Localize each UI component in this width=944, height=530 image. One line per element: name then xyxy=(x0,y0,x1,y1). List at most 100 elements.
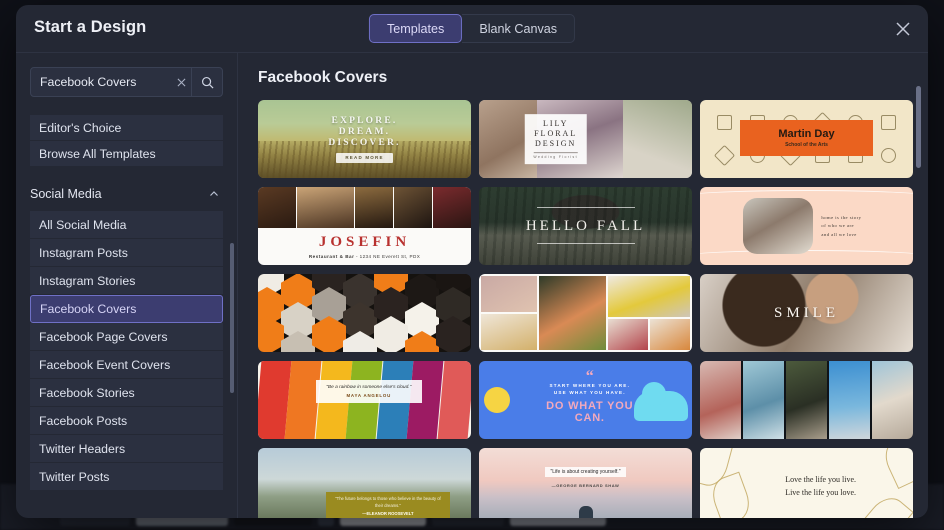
template-author: —GEORGE BERNARD SHAW xyxy=(551,483,620,489)
template-line: Love the life you live. xyxy=(785,475,857,485)
template-photo xyxy=(786,361,827,439)
template-line: START WHERE YOU ARE. xyxy=(549,382,631,388)
template-line: and all we love xyxy=(821,231,857,237)
template-label: Love the life you live. Live the life yo… xyxy=(785,474,856,500)
sidebar-item-facebook-posts[interactable]: Facebook Posts xyxy=(30,407,223,435)
clear-search-button[interactable] xyxy=(171,68,191,96)
template-line: DESIGN xyxy=(535,139,577,149)
template-card-martin-day-school-of-the-arts[interactable]: Martin Day School of the Arts xyxy=(700,100,913,178)
quote-mark-icon: “ xyxy=(585,367,594,385)
template-photo xyxy=(433,187,471,228)
search-button[interactable] xyxy=(191,68,222,96)
template-subtitle: School of the Arts xyxy=(785,142,828,149)
template-label: "Life is about creating yourself." —GEOR… xyxy=(479,460,692,488)
leaf-icon xyxy=(878,448,913,490)
template-line: Live the life you love. xyxy=(785,488,857,497)
sidebar-item-facebook-page-covers[interactable]: Facebook Page Covers xyxy=(30,323,223,351)
template-artwork: EXPLORE. DREAM. DISCOVER. READ MORE xyxy=(258,100,471,178)
sidebar-scrollbar[interactable] xyxy=(230,243,234,393)
template-card-do-what-you-can[interactable]: “ START WHERE YOU ARE. USE WHAT YOU HAVE… xyxy=(479,361,692,439)
template-card-home-is-the-story[interactable]: home is the story of who we are and all … xyxy=(700,187,913,265)
sidebar-nav-list: All Social Media Instagram Posts Instagr… xyxy=(30,211,223,491)
hexagon-tile xyxy=(312,316,346,352)
modal-header: Start a Design Templates Blank Canvas xyxy=(16,5,928,53)
sidebar-item-facebook-covers[interactable]: Facebook Covers xyxy=(30,295,223,323)
template-photo xyxy=(872,361,913,439)
template-card-lily-floral-design[interactable]: LILY FLORAL DESIGN Wedding Florist xyxy=(479,100,692,178)
template-photo-column xyxy=(539,276,606,350)
sidebar-item-facebook-stories[interactable]: Facebook Stories xyxy=(30,379,223,407)
template-card-hello-fall[interactable]: HELLO FALL xyxy=(479,187,692,265)
template-title: Martin Day xyxy=(778,128,835,141)
template-photo-row xyxy=(608,318,690,350)
template-photo xyxy=(608,276,690,317)
template-gallery: Facebook Covers EXPLORE. DREAM. DISCOVER… xyxy=(238,53,928,518)
template-author: —ELEANOR ROOSEVELT xyxy=(362,511,414,516)
template-card-running-sports-collage[interactable] xyxy=(700,361,913,439)
template-photo xyxy=(650,318,690,350)
lamp-icon xyxy=(881,148,897,163)
template-line: USE WHAT YOU HAVE. xyxy=(553,390,626,396)
template-photo xyxy=(539,276,606,350)
template-line: of who we are xyxy=(821,223,855,229)
modal-body: Editor's Choice Browse All Templates Soc… xyxy=(16,53,928,518)
template-quote: "Be a rainbow in someone else's cloud." xyxy=(326,384,412,390)
tab-templates[interactable]: Templates xyxy=(368,14,463,43)
sidebar-item-browse-all-templates[interactable]: Browse All Templates xyxy=(30,141,223,167)
template-subtitle-bold: Restaurant & Bar xyxy=(308,253,355,259)
template-card-fruit-photo-collage[interactable] xyxy=(479,274,692,352)
sidebar-section-social-media[interactable]: Social Media xyxy=(30,183,223,205)
sidebar: Editor's Choice Browse All Templates Soc… xyxy=(16,53,238,518)
sidebar-item-twitter-headers[interactable]: Twitter Headers xyxy=(30,435,223,463)
sidebar-item-all-social-media[interactable]: All Social Media xyxy=(30,211,223,239)
search-icon xyxy=(201,76,213,88)
template-button-label: READ MORE xyxy=(336,152,393,163)
sidebar-item-editors-choice[interactable]: Editor's Choice xyxy=(30,115,223,141)
template-photo xyxy=(608,318,648,350)
sidebar-item-instagram-posts[interactable]: Instagram Posts xyxy=(30,239,223,267)
template-label: "The future belongs to those who believe… xyxy=(326,492,450,518)
template-card-love-the-life-you-live[interactable]: Love the life you live. Live the life yo… xyxy=(700,448,913,518)
page-title: Start a Design xyxy=(34,18,147,36)
template-line: EXPLORE. xyxy=(331,115,398,126)
close-button[interactable] xyxy=(890,16,916,42)
template-card-eleanor-roosevelt-future[interactable]: "The future belongs to those who believe… xyxy=(258,448,471,518)
search-bar xyxy=(30,67,223,97)
template-card-halloween-hexagon-collage[interactable] xyxy=(258,274,471,352)
template-quote: home is the story of who we are and all … xyxy=(821,214,861,240)
template-photo xyxy=(622,100,692,178)
template-photo xyxy=(743,361,784,439)
sidebar-item-twitter-posts[interactable]: Twitter Posts xyxy=(30,463,223,491)
tab-blank-canvas[interactable]: Blank Canvas xyxy=(462,14,576,43)
template-grid: EXPLORE. DREAM. DISCOVER. READ MORE LILY… xyxy=(258,100,928,518)
template-line: LILY xyxy=(542,119,569,129)
template-label: "Be a rainbow in someone else's cloud." … xyxy=(315,379,423,403)
template-subtitle-rest: - 1234 NE Everett St, PDX xyxy=(354,253,421,259)
search-input[interactable] xyxy=(31,75,171,89)
template-card-smile[interactable]: SMILE xyxy=(700,274,913,352)
feather-icon xyxy=(713,144,736,167)
sidebar-item-instagram-stories[interactable]: Instagram Stories xyxy=(30,267,223,295)
gallery-scrollbar[interactable] xyxy=(916,86,921,168)
template-subtitle: Wedding Florist xyxy=(533,151,578,159)
template-card-george-bernard-shaw-life[interactable]: "Life is about creating yourself." —GEOR… xyxy=(479,448,692,518)
template-quote: "The future belongs to those who believe… xyxy=(335,496,441,508)
template-photo xyxy=(481,276,538,312)
template-line: home is the story xyxy=(821,214,862,220)
template-photo xyxy=(394,187,432,228)
template-photo-column xyxy=(608,276,690,350)
clapperboard-icon xyxy=(716,115,732,130)
chevron-up-icon xyxy=(210,191,218,196)
template-photo xyxy=(742,197,813,255)
template-card-explore-dream-discover[interactable]: EXPLORE. DREAM. DISCOVER. READ MORE xyxy=(258,100,471,178)
sidebar-item-facebook-event-covers[interactable]: Facebook Event Covers xyxy=(30,351,223,379)
template-subtitle: Restaurant & Bar - 1234 NE Everett St, P… xyxy=(258,254,471,259)
template-card-maya-angelou-rainbow[interactable]: "Be a rainbow in someone else's cloud." … xyxy=(258,361,471,439)
template-quote: "Life is about creating yourself." xyxy=(544,467,627,478)
template-line: DREAM. xyxy=(338,126,391,137)
gallery-heading: Facebook Covers xyxy=(258,69,388,86)
template-card-josefin-restaurant-bar[interactable]: JOSEFIN Restaurant & Bar - 1234 NE Evere… xyxy=(258,187,471,265)
hexagon-tile xyxy=(436,316,470,352)
template-title: HELLO FALL xyxy=(525,217,646,234)
template-line: FLORAL xyxy=(534,129,578,139)
